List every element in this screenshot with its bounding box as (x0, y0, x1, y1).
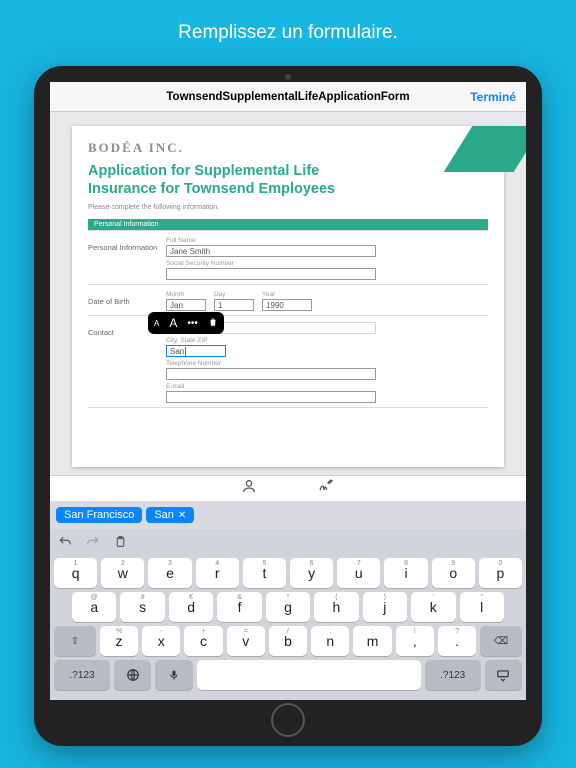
key-,[interactable]: !, (396, 626, 434, 656)
section-header: Personal Information (88, 219, 488, 230)
more-options-button[interactable]: ••• (187, 318, 198, 329)
profile-tool-button[interactable] (241, 478, 257, 499)
key-s[interactable]: #s (120, 592, 164, 622)
key-r[interactable]: 4r (196, 558, 239, 588)
form-title: Application for Supplemental Life Insura… (88, 162, 488, 198)
numbers-key[interactable]: .?123 (54, 660, 110, 690)
undo-button[interactable] (58, 535, 72, 554)
key-g[interactable]: *g (266, 592, 310, 622)
email-field[interactable] (166, 391, 376, 403)
full-name-field[interactable]: Jane Smith (166, 245, 376, 257)
font-increase-button[interactable]: A (169, 316, 177, 330)
clipboard-icon (114, 535, 127, 549)
city-field[interactable]: San (166, 345, 226, 357)
ssn-field[interactable] (166, 268, 376, 280)
text-caret (185, 347, 186, 356)
app-store-slide: Remplissez un formulaire. TownsendSupple… (0, 0, 576, 768)
navbar-title: TownsendSupplementalLifeApplicationForm (166, 91, 409, 103)
key-i[interactable]: 8i (384, 558, 427, 588)
dob-year-field[interactable]: 1990 (262, 299, 312, 311)
trash-icon (208, 317, 218, 327)
onscreen-keyboard: 1q2w3e4r5t6y7u8i9o0p @a#s€d&f*g(h)j'k"l … (50, 529, 526, 700)
row-contact: Contact City, State ZIP San Telephone Nu… (88, 315, 488, 408)
clipboard-button[interactable] (114, 535, 127, 554)
delete-annotation-button[interactable] (208, 317, 218, 330)
text-style-popup: A A ••• (148, 312, 224, 334)
pdf-page: BODÉA INC. Application for Supplemental … (72, 126, 504, 467)
redo-button[interactable] (86, 535, 100, 554)
key-l[interactable]: "l (460, 592, 504, 622)
key-.[interactable]: ?. (438, 626, 476, 656)
keyboard-row: @a#s€d&f*g(h)j'k"l (54, 592, 522, 622)
redo-icon (86, 535, 100, 549)
company-brand: BODÉA INC. (88, 140, 488, 156)
document-navbar: TownsendSupplementalLifeApplicationForm … (50, 82, 526, 112)
key-x[interactable]: -x (142, 626, 180, 656)
key-z[interactable]: %z (100, 626, 138, 656)
space-key[interactable] (197, 660, 421, 690)
key-d[interactable]: €d (169, 592, 213, 622)
key-c[interactable]: +c (184, 626, 222, 656)
numbers-key[interactable]: .?123 (425, 660, 481, 690)
microphone-icon (168, 668, 180, 682)
key-o[interactable]: 9o (432, 558, 475, 588)
key-t[interactable]: 5t (243, 558, 286, 588)
person-icon (241, 478, 257, 494)
tablet-screen: TownsendSupplementalLifeApplicationForm … (50, 82, 526, 700)
font-decrease-button[interactable]: A (154, 319, 159, 328)
keyboard-icon (495, 668, 511, 682)
signature-tool-button[interactable] (317, 478, 335, 499)
undo-icon (58, 535, 72, 549)
backspace-key[interactable]: ⌫ (480, 626, 522, 656)
key-v[interactable]: =v (227, 626, 265, 656)
key-f[interactable]: &f (217, 592, 261, 622)
key-h[interactable]: (h (314, 592, 358, 622)
key-y[interactable]: 6y (290, 558, 333, 588)
key-e[interactable]: 3e (148, 558, 191, 588)
globe-icon (126, 668, 140, 682)
keyboard-row: 1q2w3e4r5t6y7u8i9o0p (54, 558, 522, 588)
home-button[interactable] (271, 703, 305, 737)
row-dob: Date of Birth MonthJan Day1 Year1990 (88, 284, 488, 315)
autocomplete-bar: San Francisco San✕ (50, 501, 526, 529)
dob-month-field[interactable]: Jan (166, 299, 206, 311)
keyboard-row: ⇧ %z-x+c=v/b;n:m!,?. ⌫ (54, 626, 522, 656)
dob-day-field[interactable]: 1 (214, 299, 254, 311)
telephone-field[interactable] (166, 368, 376, 380)
key-q[interactable]: 1q (54, 558, 97, 588)
row-personal-info: Personal Information Full Name Jane Smit… (88, 230, 488, 284)
key-n[interactable]: ;n (311, 626, 349, 656)
hide-keyboard-key[interactable] (485, 660, 522, 690)
key-w[interactable]: 2w (101, 558, 144, 588)
key-p[interactable]: 0p (479, 558, 522, 588)
slide-tagline: Remplissez un formulaire. (178, 22, 398, 44)
fill-sign-toolbar (50, 475, 526, 501)
key-j[interactable]: )j (363, 592, 407, 622)
key-a[interactable]: @a (72, 592, 116, 622)
key-m[interactable]: :m (353, 626, 391, 656)
shift-key[interactable]: ⇧ (54, 626, 96, 656)
suggestion-chip[interactable]: San Francisco (56, 507, 142, 523)
tablet-frame: TownsendSupplementalLifeApplicationForm … (34, 66, 542, 746)
suggestion-chip[interactable]: San✕ (146, 507, 194, 523)
signature-icon (317, 478, 335, 494)
keyboard-toolbar (54, 533, 522, 558)
form-subnote: Please complete the following informatio… (88, 204, 488, 211)
keyboard-row: .?123 .?123 (54, 660, 522, 690)
key-u[interactable]: 7u (337, 558, 380, 588)
globe-key[interactable] (114, 660, 151, 690)
dictation-key[interactable] (155, 660, 192, 690)
key-b[interactable]: /b (269, 626, 307, 656)
document-viewport[interactable]: BODÉA INC. Application for Supplemental … (50, 112, 526, 475)
done-button[interactable]: Terminé (470, 90, 516, 104)
key-k[interactable]: 'k (411, 592, 455, 622)
close-icon[interactable]: ✕ (178, 510, 186, 521)
